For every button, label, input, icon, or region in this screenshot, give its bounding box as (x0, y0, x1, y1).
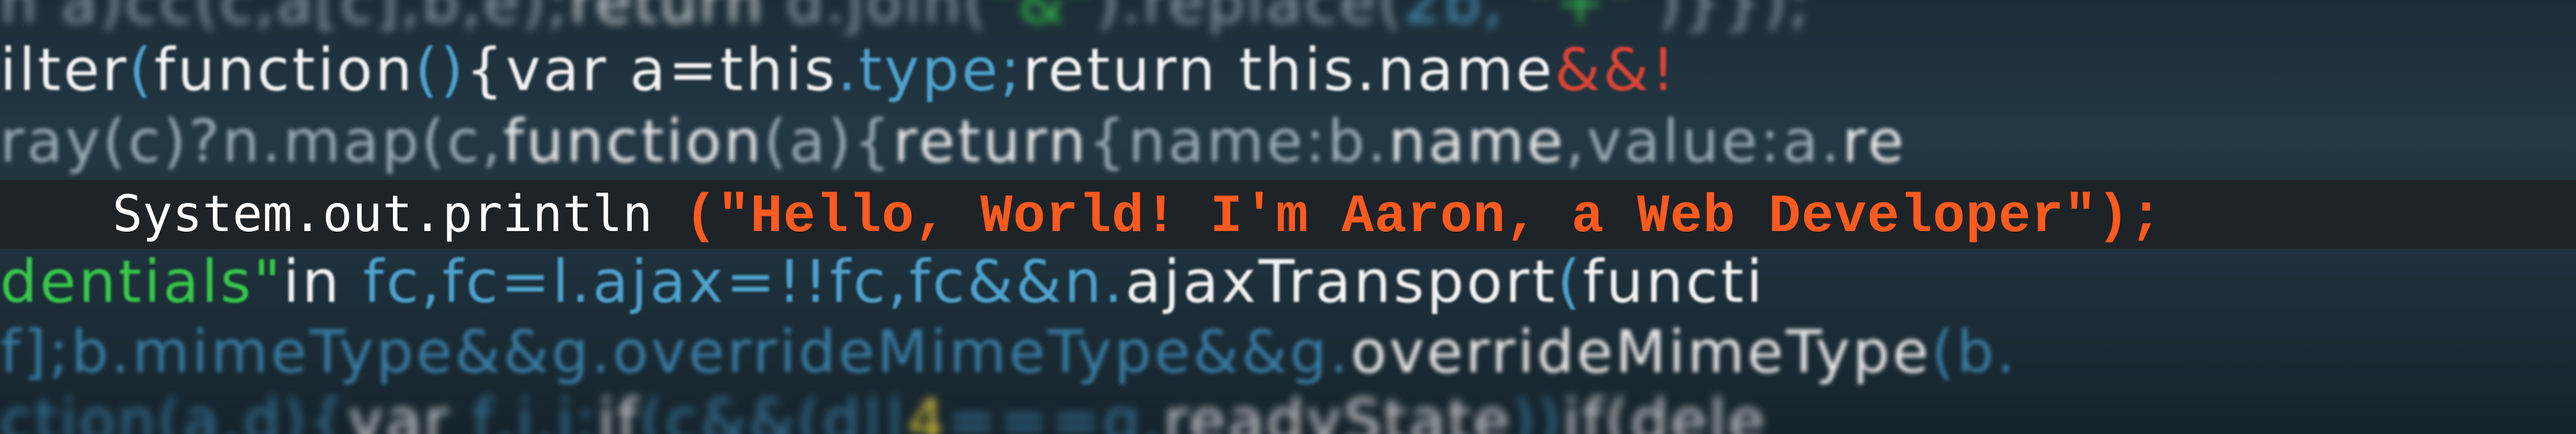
code-token: 4 (907, 387, 947, 434)
code-token: (a){ (763, 107, 894, 176)
code-token: { (466, 36, 506, 104)
code-token: functi (1583, 248, 1765, 316)
code-token: ray(c)?n.map(c, (0, 107, 503, 176)
code-token: .type; (837, 36, 1023, 104)
code-token: if (1563, 387, 1606, 434)
code-token: "+" (1505, 0, 1659, 36)
code-token: name (1388, 107, 1566, 176)
code-token: overrideMimeType (1351, 318, 1931, 386)
code-token: ).replace( (1096, 0, 1404, 36)
code-token: ===g. (947, 387, 1164, 434)
code-line-6: ction(a,d){var f,i,j;if(c&&(d||4===g.rea… (0, 392, 1767, 434)
code-token: f,i,j; (472, 387, 599, 434)
hero-message: ("Hello, World! I'm Aaron, a Web Develop… (684, 187, 2163, 248)
code-token: in (283, 248, 364, 316)
code-token: "&" (988, 0, 1097, 36)
code-token: &&! (1554, 36, 1678, 104)
hero-method: System.out.println (112, 186, 653, 243)
code-line-3: ray(c)?n.map(c,function(a){return{name:b… (0, 112, 1906, 171)
code-token: (b. (1931, 318, 2018, 386)
code-token: return (569, 0, 786, 36)
code-token: a=this (629, 36, 838, 104)
code-line-2: ilter(function(){var a=this.type;return … (0, 41, 1678, 100)
code-token: dentials" (0, 248, 284, 316)
code-token: .name (1356, 36, 1555, 104)
code-line-4: dentials"in fc,fc=l.ajax=!!fc,fc&&n.ajax… (0, 253, 1765, 311)
code-token: function (503, 107, 764, 176)
code-token: ( (128, 36, 155, 104)
code-banner: n a)cc(c,a[c],b,e);return d.join("&").re… (0, 0, 2576, 434)
code-line-5: f];b.mimeType&&g.overrideMimeType&&g.ove… (0, 323, 2018, 382)
code-line-1: n a)cc(c,a[c],b,e);return d.join("&").re… (0, 0, 1811, 32)
code-token: )}}); (1658, 0, 1812, 36)
code-token: var (505, 36, 630, 104)
code-token: var (348, 387, 473, 434)
code-token: return (893, 107, 1089, 176)
code-token: re (1842, 107, 1906, 176)
code-token: readyState (1163, 387, 1512, 434)
code-token: f];b.mimeType&&g.overrideMimeType&&g. (0, 318, 1351, 386)
code-token: fc,fc=l.ajax=!!fc,fc&&n. (363, 248, 1126, 316)
code-token: 2b, (1403, 0, 1505, 36)
code-token: ( (1557, 248, 1583, 316)
hero-statement: System.out.println ("Hello, World! I'm A… (112, 184, 2163, 248)
code-token: (dele (1605, 387, 1767, 434)
code-token: ,value:a. (1565, 107, 1843, 176)
code-token: )) (1512, 387, 1563, 434)
code-token: ilter (0, 36, 129, 104)
code-token: ajaxTransport (1125, 248, 1558, 316)
code-token: d.join( (786, 0, 989, 36)
code-token: () (415, 36, 466, 104)
code-token: {name:b. (1088, 107, 1389, 176)
code-token: function (154, 36, 415, 104)
code-token: (c&&(d|| (640, 387, 908, 434)
code-token: return this (1022, 36, 1357, 104)
code-token: if (598, 387, 640, 434)
code-token: n a)cc(c,a[c],b,e); (0, 0, 570, 36)
code-token: ction(a,d){ (0, 387, 349, 434)
